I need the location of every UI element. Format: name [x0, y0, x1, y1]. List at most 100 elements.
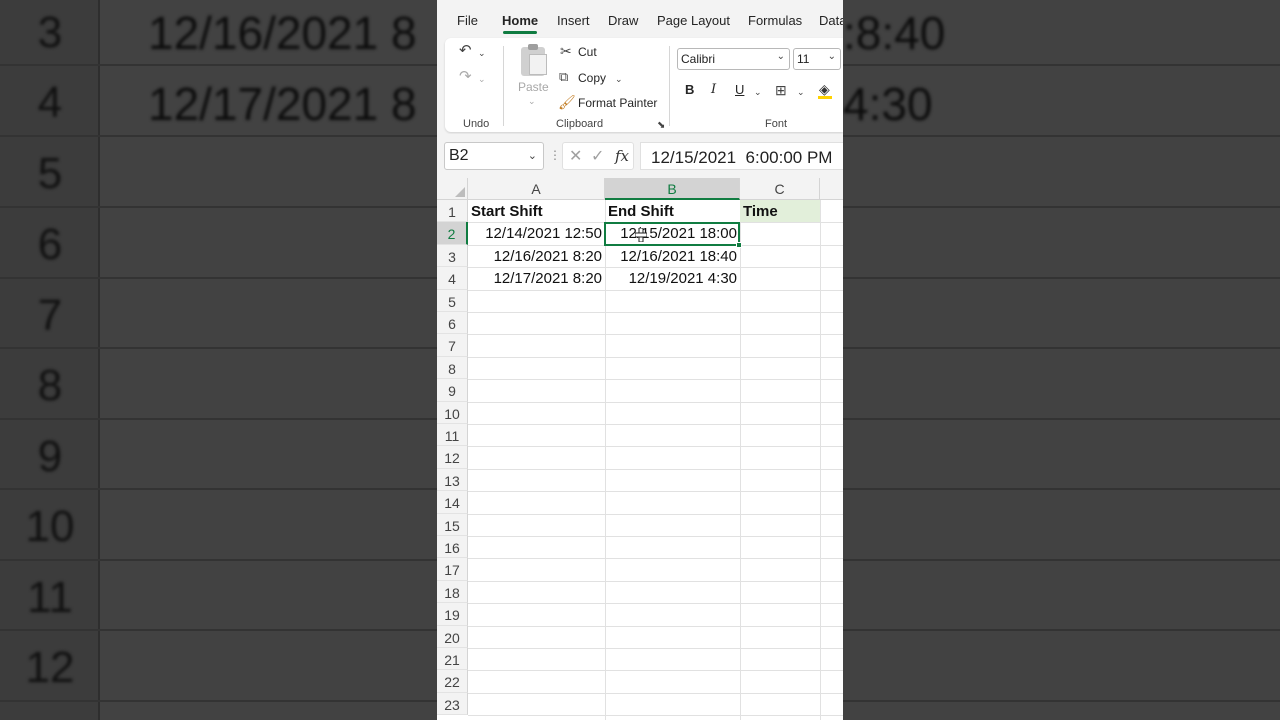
background-cell: :8:40: [843, 7, 946, 59]
paste-dropdown-icon[interactable]: ⌄: [528, 93, 536, 109]
row-header[interactable]: 16: [437, 536, 468, 559]
underline-button[interactable]: U: [735, 82, 744, 97]
row-header[interactable]: 22: [437, 670, 468, 693]
row-header[interactable]: 8: [437, 356, 468, 380]
excel-window: File Home Insert Draw Page Layout Formul…: [437, 0, 843, 720]
active-cell-selection: [604, 222, 742, 248]
row-header[interactable]: 3: [437, 244, 468, 268]
chevron-down-icon: ⌄: [827, 51, 836, 62]
format-painter-button[interactable]: Format Painter: [578, 96, 657, 110]
cell-a1[interactable]: Start Shift: [468, 200, 605, 222]
tab-formulas[interactable]: Formulas: [748, 13, 802, 28]
tab-file[interactable]: File: [457, 13, 478, 28]
column-header-c[interactable]: C: [740, 178, 820, 200]
cell-a3[interactable]: 12/16/2021 8:20: [468, 245, 605, 267]
row-header[interactable]: 19: [437, 603, 468, 626]
cell-a4[interactable]: 12/17/2021 8:20: [468, 267, 605, 289]
underline-dropdown-icon[interactable]: ⌄: [754, 84, 762, 100]
row-header[interactable]: 7: [437, 334, 468, 357]
name-box[interactable]: B2 ⌄: [444, 142, 544, 170]
background-row-number: 10: [25, 502, 75, 551]
formula-tools: ✕ ✓ fx: [562, 142, 634, 170]
column-header-a[interactable]: A: [468, 178, 605, 200]
column-header-b[interactable]: B: [605, 178, 740, 200]
insert-function-button[interactable]: fx: [615, 147, 629, 165]
background-cell: 4:30: [843, 78, 933, 130]
row-header[interactable]: 1: [437, 200, 468, 223]
cell-b3[interactable]: 12/16/2021 18:40: [605, 245, 740, 267]
row-header[interactable]: 11: [437, 424, 468, 447]
cell-b4[interactable]: 12/19/2021 4:30: [605, 267, 740, 289]
paste-button[interactable]: Paste: [518, 80, 549, 94]
ribbon: ↶ ⌄ ↷ ⌄ Undo Paste ⌄ ✂ Cut ⧉ Copy ⌄ 🖌 Fo…: [437, 36, 843, 134]
undo-icon[interactable]: ↶: [459, 43, 472, 59]
row-header[interactable]: 12: [437, 446, 468, 469]
row-header[interactable]: 2: [437, 222, 468, 245]
cell-c1[interactable]: Time: [740, 200, 820, 222]
font-group-label: Font: [765, 118, 788, 130]
row-header[interactable]: 14: [437, 491, 468, 514]
ribbon-tabs: File Home Insert Draw Page Layout Formul…: [437, 0, 843, 36]
row-header[interactable]: 23: [437, 692, 468, 716]
formula-bar: B2 ⌄ ⋮ ✕ ✓ fx 12/15/2021 6:00:00 PM: [437, 134, 843, 178]
copy-button[interactable]: Copy: [578, 71, 606, 85]
borders-dropdown-icon[interactable]: ⌄: [797, 84, 805, 100]
fill-color-icon[interactable]: ◈: [819, 81, 830, 97]
row-header[interactable]: 15: [437, 513, 468, 536]
background-row-number: 11: [27, 573, 73, 622]
confirm-icon[interactable]: ✓: [591, 146, 604, 166]
copy-dropdown-icon[interactable]: ⌄: [615, 71, 623, 87]
row-header[interactable]: 13: [437, 468, 468, 492]
redo-dropdown-icon[interactable]: ⌄: [478, 71, 486, 87]
paste-icon[interactable]: [521, 44, 547, 76]
cell-cursor-icon: [635, 228, 647, 242]
more-icon[interactable]: ⋮: [549, 148, 561, 162]
font-name-value: Calibri: [681, 52, 716, 66]
background-row-number: 12: [25, 643, 75, 692]
clipboard-group-label: Clipboard: [556, 118, 604, 130]
select-all-button[interactable]: [437, 178, 468, 200]
cancel-icon[interactable]: ✕: [569, 146, 582, 166]
tab-home[interactable]: Home: [502, 13, 538, 28]
tab-page-layout[interactable]: Page Layout: [657, 13, 730, 28]
row-header[interactable]: 17: [437, 558, 468, 581]
fill-handle[interactable]: [736, 242, 742, 248]
row-header[interactable]: 20: [437, 625, 468, 648]
chevron-down-icon: ⌄: [527, 150, 537, 162]
row-header[interactable]: 10: [437, 401, 468, 424]
undo-group-label: Undo: [463, 118, 490, 130]
formula-input[interactable]: 12/15/2021 6:00:00 PM: [640, 142, 843, 170]
column-header-d[interactable]: [820, 178, 843, 200]
tab-draw[interactable]: Draw: [608, 13, 638, 28]
active-tab-indicator: [503, 31, 537, 34]
clipboard-launcher-icon[interactable]: ⬊: [657, 118, 665, 134]
format-painter-icon: 🖌: [558, 94, 576, 110]
italic-button[interactable]: I: [711, 82, 716, 97]
row-header[interactable]: 4: [437, 267, 468, 290]
row-header[interactable]: 5: [437, 289, 468, 312]
tab-data[interactable]: Data: [819, 13, 843, 28]
background-row-number: 5: [37, 149, 63, 198]
cell-a2[interactable]: 12/14/2021 12:50: [468, 222, 605, 244]
font-size-select[interactable]: 11 ⌄: [793, 48, 841, 70]
background-row-number: 9: [37, 432, 63, 481]
cell-b1[interactable]: End Shift: [605, 200, 740, 222]
chevron-down-icon: ⌄: [776, 51, 785, 62]
background-cell: 12/16/2021 8: [148, 7, 417, 59]
row-header[interactable]: 9: [437, 379, 468, 402]
row-header[interactable]: 18: [437, 580, 468, 604]
font-name-select[interactable]: Calibri ⌄: [677, 48, 790, 70]
undo-dropdown-icon[interactable]: ⌄: [478, 45, 486, 61]
row-header[interactable]: 21: [437, 648, 468, 671]
bold-button[interactable]: B: [685, 82, 694, 97]
row-header[interactable]: 6: [437, 312, 468, 335]
background-cell: 12/17/2021 8: [148, 78, 417, 130]
background-row-number: 6: [37, 220, 63, 269]
font-size-value: 11: [797, 52, 810, 66]
cut-button[interactable]: Cut: [578, 45, 597, 59]
borders-icon[interactable]: ⊞: [775, 82, 787, 98]
ribbon-panel: ↶ ⌄ ↷ ⌄ Undo Paste ⌄ ✂ Cut ⧉ Copy ⌄ 🖌 Fo…: [445, 38, 843, 132]
redo-icon[interactable]: ↷: [459, 69, 472, 85]
tab-insert[interactable]: Insert: [557, 13, 590, 28]
worksheet-grid: A B C 1 2 3 4 5 6 7 8 9 10 11 12 13 14 1…: [437, 178, 843, 720]
